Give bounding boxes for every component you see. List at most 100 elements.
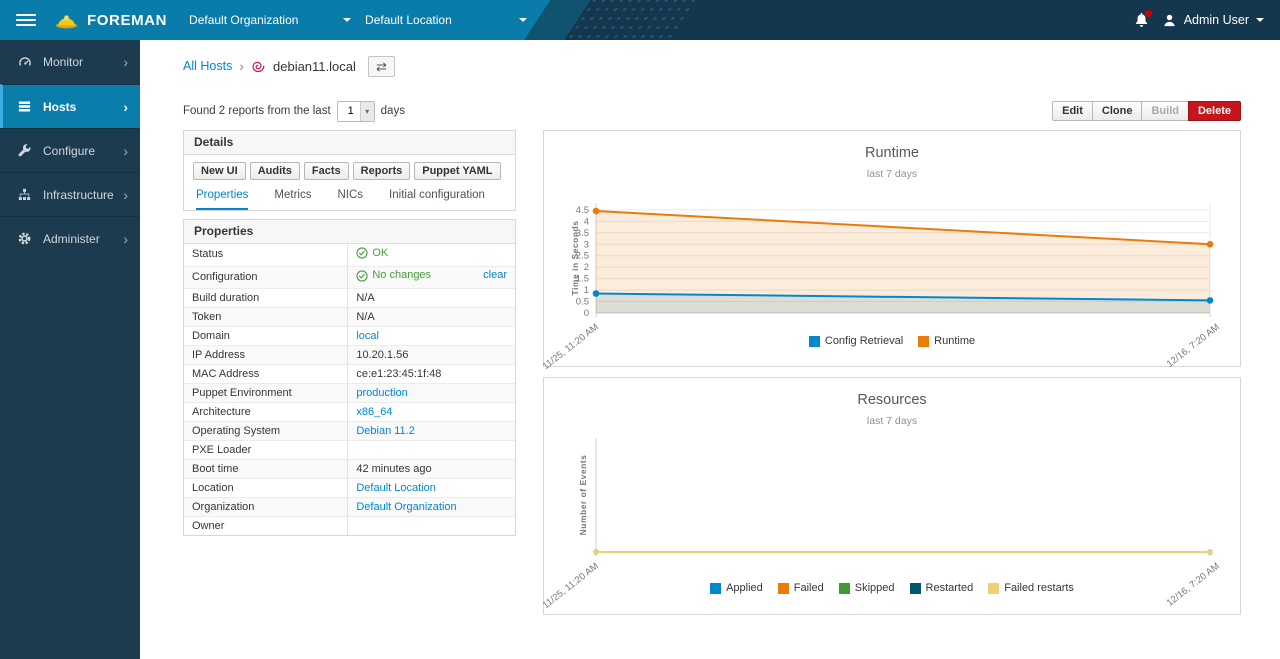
- foreman-logo[interactable]: FOREMAN: [54, 11, 167, 30]
- architecture-link[interactable]: x86_64: [356, 406, 392, 418]
- sidebar-item-hosts[interactable]: Hosts›: [0, 84, 140, 128]
- notifications-button[interactable]: [1134, 12, 1149, 28]
- svg-text:Time in Seconds: Time in Seconds: [570, 221, 580, 296]
- legend-runtime[interactable]: Runtime: [918, 335, 975, 347]
- puppet-yaml-button[interactable]: Puppet YAML: [414, 162, 500, 180]
- caret-down-icon: [1256, 18, 1264, 22]
- legend-failed[interactable]: Failed: [778, 582, 824, 594]
- audits-button[interactable]: Audits: [250, 162, 300, 180]
- operating-system-link[interactable]: Debian 11.2: [356, 425, 415, 437]
- legend-label: Skipped: [855, 582, 895, 594]
- legend-skipped[interactable]: Skipped: [839, 582, 895, 594]
- delete-button[interactable]: Delete: [1188, 101, 1241, 121]
- debian-os-icon: [251, 59, 266, 74]
- user-name: Admin User: [1184, 13, 1249, 27]
- breadcrumb-all-hosts-link[interactable]: All Hosts: [183, 59, 232, 73]
- sidebar-item-configure[interactable]: Configure›: [0, 128, 140, 172]
- property-row-mac-address: MAC Addressce:e1:23:45:1f:48: [184, 365, 515, 384]
- check-circle-icon: [356, 270, 368, 282]
- property-row-configuration: ConfigurationNo changesclear: [184, 266, 515, 289]
- facts-button[interactable]: Facts: [304, 162, 349, 180]
- property-value: x86_64: [348, 403, 515, 422]
- details-panel: Details New UIAuditsFactsReportsPuppet Y…: [183, 130, 516, 211]
- server-icon: [17, 99, 34, 114]
- status-ok-badge: No changes: [356, 269, 431, 282]
- sidebar-item-monitor[interactable]: Monitor›: [0, 40, 140, 84]
- tab-nics[interactable]: NICs: [337, 189, 363, 210]
- edit-button[interactable]: Edit: [1052, 101, 1093, 121]
- resources-chart-subtitle: last 7 days: [544, 415, 1240, 427]
- reports-button[interactable]: Reports: [353, 162, 411, 180]
- check-circle-icon: [356, 247, 368, 259]
- legend-label: Failed: [794, 582, 824, 594]
- breadcrumb-current-host: debian11.local: [273, 59, 356, 74]
- svg-text:3: 3: [584, 239, 589, 250]
- runtime-chart-title: Runtime: [544, 145, 1240, 161]
- chevron-right-icon: ›: [123, 232, 128, 246]
- tab-metrics[interactable]: Metrics: [274, 189, 311, 210]
- location-selector[interactable]: Default Location: [365, 13, 527, 27]
- puppet-environment-link[interactable]: production: [356, 387, 407, 399]
- organization-selector-label: Default Organization: [189, 13, 298, 27]
- property-value: 42 minutes ago: [348, 460, 515, 479]
- breadcrumb: All Hosts debian11.local: [183, 54, 1241, 78]
- tab-properties[interactable]: Properties: [196, 189, 248, 210]
- host-switcher-button[interactable]: [368, 56, 395, 77]
- property-row-status: StatusOK: [184, 244, 515, 266]
- sidebar-item-infrastructure[interactable]: Infrastructure›: [0, 172, 140, 216]
- property-value: local: [348, 327, 515, 346]
- legend-label: Config Retrieval: [825, 335, 903, 347]
- wrench-icon: [17, 143, 34, 158]
- sidebar-item-administer[interactable]: Administer›: [0, 216, 140, 260]
- clone-button[interactable]: Clone: [1092, 101, 1143, 121]
- svg-text:1: 1: [584, 285, 589, 296]
- property-label: Token: [184, 308, 348, 327]
- legend-applied[interactable]: Applied: [710, 582, 763, 594]
- organization-link[interactable]: Default Organization: [356, 501, 456, 513]
- host-action-buttons: EditCloneBuildDelete: [1052, 101, 1241, 121]
- legend-config-retrieval[interactable]: Config Retrieval: [809, 335, 903, 347]
- property-row-owner: Owner: [184, 517, 515, 536]
- property-value: production: [348, 384, 515, 403]
- legend-restarted[interactable]: Restarted: [910, 582, 974, 594]
- runtime-chart-panel: Runtime last 7 days 00.511.522.533.544.5…: [543, 130, 1241, 367]
- legend-label: Failed restarts: [1004, 582, 1074, 594]
- property-value: 10.20.1.56: [348, 346, 515, 365]
- property-label: Build duration: [184, 289, 348, 308]
- chevron-right-icon: ›: [123, 188, 128, 202]
- property-value: Default Location: [348, 479, 515, 498]
- legend-swatch: [710, 583, 721, 594]
- sitemap-icon: [17, 187, 34, 202]
- property-value: Default Organization: [348, 498, 515, 517]
- property-value: ce:e1:23:45:1f:48: [348, 365, 515, 384]
- details-buttons-row: New UIAuditsFactsReportsPuppet YAML: [193, 162, 506, 180]
- property-label: Boot time: [184, 460, 348, 479]
- legend-swatch: [988, 583, 999, 594]
- property-value: No changes clear: [348, 266, 515, 289]
- menu-toggle-icon[interactable]: [16, 14, 36, 26]
- property-label: Location: [184, 479, 348, 498]
- reports-text-suffix: days: [381, 105, 405, 117]
- legend-label: Restarted: [926, 582, 974, 594]
- user-menu[interactable]: Admin User: [1162, 13, 1264, 28]
- domain-link[interactable]: local: [356, 330, 379, 342]
- clear-link[interactable]: clear: [483, 269, 507, 282]
- new-ui-button[interactable]: New UI: [193, 162, 246, 180]
- tab-initial-configuration[interactable]: Initial configuration: [389, 189, 485, 210]
- property-row-pxe-loader: PXE Loader: [184, 441, 515, 460]
- legend-swatch: [839, 583, 850, 594]
- location-link[interactable]: Default Location: [356, 482, 436, 494]
- reports-bar: Found 2 reports from the last 1 days Edi…: [183, 100, 1241, 122]
- legend-label: Applied: [726, 582, 763, 594]
- legend-failed-restarts[interactable]: Failed restarts: [988, 582, 1074, 594]
- svg-text:0.5: 0.5: [576, 297, 589, 308]
- brand-name: FOREMAN: [87, 12, 167, 29]
- details-tabs: Properties Metrics NICs Initial configurati…: [193, 189, 506, 210]
- svg-text:0: 0: [584, 308, 589, 319]
- notification-badge: [1145, 10, 1152, 17]
- organization-selector[interactable]: Default Organization: [189, 13, 351, 27]
- property-row-organization: OrganizationDefault Organization: [184, 498, 515, 517]
- days-select[interactable]: 1: [337, 101, 375, 122]
- location-selector-label: Default Location: [365, 13, 452, 27]
- property-label: PXE Loader: [184, 441, 348, 460]
